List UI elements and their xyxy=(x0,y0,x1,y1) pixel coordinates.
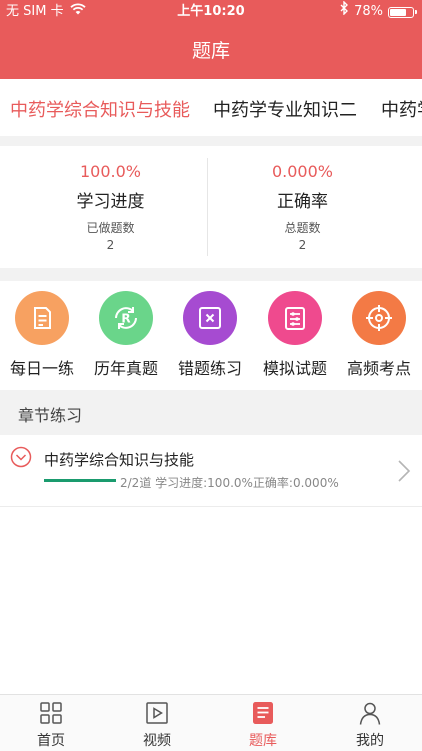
accuracy-stat: 0.000% 正确率 总题数 2 xyxy=(197,146,408,268)
mock-exam-icon xyxy=(268,291,322,345)
progress-label: 学习进度 xyxy=(76,192,145,212)
done-count-value: 2 xyxy=(106,238,115,252)
accuracy-value: 0.000% xyxy=(271,162,333,181)
chapter-item[interactable]: 中药学综合知识与技能 2/2道 学习进度:100.0%正确率:0.000% xyxy=(0,436,422,507)
total-count-label: 总题数 xyxy=(284,221,321,235)
tab-subject-3[interactable]: 中药学 xyxy=(381,96,422,122)
daily-practice-button[interactable]: 每日一练 xyxy=(0,291,84,379)
wrong-questions-label: 错题练习 xyxy=(177,359,242,378)
bottom-tab-bar: 首页 视频 题库 我的 xyxy=(0,694,422,751)
header: 无 SIM 卡 上午10:20 78% 题库 xyxy=(0,0,422,79)
daily-practice-icon xyxy=(15,291,69,345)
progress-stat: 100.0% 学习进度 已做题数 2 xyxy=(5,146,216,268)
divider xyxy=(0,136,422,146)
hot-points-icon xyxy=(352,291,406,345)
done-count-label: 已做题数 xyxy=(86,221,135,235)
chevron-down-icon[interactable] xyxy=(10,446,32,468)
bluetooth-icon xyxy=(340,0,349,24)
svg-text:R: R xyxy=(121,312,130,326)
tab-home[interactable]: 首页 xyxy=(11,700,91,750)
tab-profile-label: 我的 xyxy=(356,733,384,749)
home-grid-icon xyxy=(40,702,62,724)
battery-percent: 78% xyxy=(354,4,383,19)
past-exams-label: 历年真题 xyxy=(93,359,158,378)
tab-home-label: 首页 xyxy=(37,733,65,749)
question-bank-icon xyxy=(253,702,273,724)
mock-exam-label: 模拟试题 xyxy=(262,359,327,378)
quick-actions: 每日一练 R 历年真题 错题练习 模拟试题 高频考点 xyxy=(0,281,422,389)
daily-practice-label: 每日一练 xyxy=(9,359,74,378)
tab-question-bank-label: 题库 xyxy=(249,733,277,749)
hot-points-label: 高频考点 xyxy=(346,359,411,378)
past-exams-icon: R xyxy=(99,291,153,345)
past-exams-button[interactable]: R 历年真题 xyxy=(84,291,168,379)
tab-subject-2[interactable]: 中药学专业知识二 xyxy=(213,96,357,122)
accuracy-label: 正确率 xyxy=(277,192,328,212)
wrong-questions-button[interactable]: 错题练习 xyxy=(168,291,252,379)
tab-video[interactable]: 视频 xyxy=(117,700,197,750)
mock-exam-button[interactable]: 模拟试题 xyxy=(253,291,337,379)
tab-subject-1[interactable]: 中药学综合知识与技能 xyxy=(10,96,190,122)
tab-question-bank[interactable]: 题库 xyxy=(223,700,303,750)
subject-tabs: 中药学综合知识与技能 中药学专业知识二 中药学 xyxy=(0,79,422,136)
total-count-value: 2 xyxy=(298,238,307,252)
chapter-name: 中药学综合知识与技能 xyxy=(44,451,195,469)
chapter-progress-bar xyxy=(44,479,116,482)
chapter-section-header: 章节练习 xyxy=(0,390,422,435)
chapter-meta: 2/2道 学习进度:100.0%正确率:0.000% xyxy=(120,476,339,490)
status-bar: 无 SIM 卡 上午10:20 78% xyxy=(0,0,422,24)
battery-icon xyxy=(388,6,417,18)
profile-icon xyxy=(359,702,381,725)
progress-value: 100.0% xyxy=(79,162,141,181)
page-title: 题库 xyxy=(191,40,230,62)
video-icon xyxy=(146,702,168,724)
hot-points-button[interactable]: 高频考点 xyxy=(337,291,421,379)
chevron-right-icon xyxy=(398,460,411,482)
stats-panel: 100.0% 学习进度 已做题数 2 0.000% 正确率 总题数 2 xyxy=(0,146,422,268)
tab-video-label: 视频 xyxy=(143,733,171,749)
divider xyxy=(0,268,422,281)
wrong-questions-icon xyxy=(183,291,237,345)
section-title: 章节练习 xyxy=(18,406,83,425)
tab-profile[interactable]: 我的 xyxy=(330,700,410,750)
